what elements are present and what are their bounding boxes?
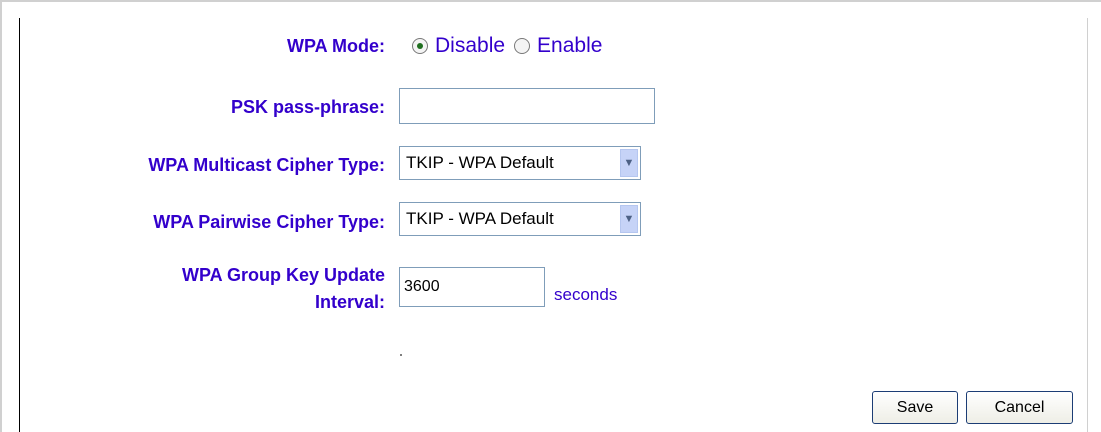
wpa-mode-disable-label[interactable]: Disable: [435, 34, 505, 58]
radio-selected-dot-icon: [417, 43, 423, 49]
cancel-button[interactable]: Cancel: [966, 391, 1073, 424]
psk-passphrase-input[interactable]: [399, 88, 655, 124]
wpa-mode-radio-group: Disable Enable: [412, 34, 611, 58]
pairwise-cipher-label: WPA Pairwise Cipher Type:: [153, 212, 385, 232]
wpa-mode-enable-label[interactable]: Enable: [537, 34, 602, 58]
save-button[interactable]: Save: [872, 391, 958, 424]
multicast-cipher-label: WPA Multicast Cipher Type:: [148, 155, 385, 175]
panel-right-border: [1087, 18, 1088, 432]
wpa-mode-enable-radio[interactable]: [514, 38, 531, 54]
chevron-down-icon[interactable]: ▼: [620, 205, 638, 233]
group-key-interval-input[interactable]: [399, 267, 545, 307]
group-key-label-line1: WPA Group Key Update: [181, 265, 385, 285]
spacer-dot: [400, 354, 402, 356]
wpa-mode-disable-radio[interactable]: [412, 38, 428, 54]
group-key-label-line2: Interval:: [314, 292, 385, 312]
chevron-down-icon[interactable]: ▼: [620, 149, 638, 177]
panel-top-border: [0, 0, 1101, 18]
multicast-cipher-select[interactable]: TKIP - WPA Default ▼: [399, 146, 641, 180]
pairwise-cipher-select[interactable]: TKIP - WPA Default ▼: [399, 202, 641, 236]
wpa-mode-label: WPA Mode:: [287, 36, 385, 56]
panel-left-border: [0, 0, 2, 432]
pairwise-cipher-value: TKIP - WPA Default: [406, 209, 554, 228]
group-key-unit-label: seconds: [554, 285, 618, 304]
multicast-cipher-value: TKIP - WPA Default: [406, 153, 554, 172]
content-left-border: [19, 18, 20, 432]
psk-passphrase-label: PSK pass-phrase:: [230, 97, 385, 117]
